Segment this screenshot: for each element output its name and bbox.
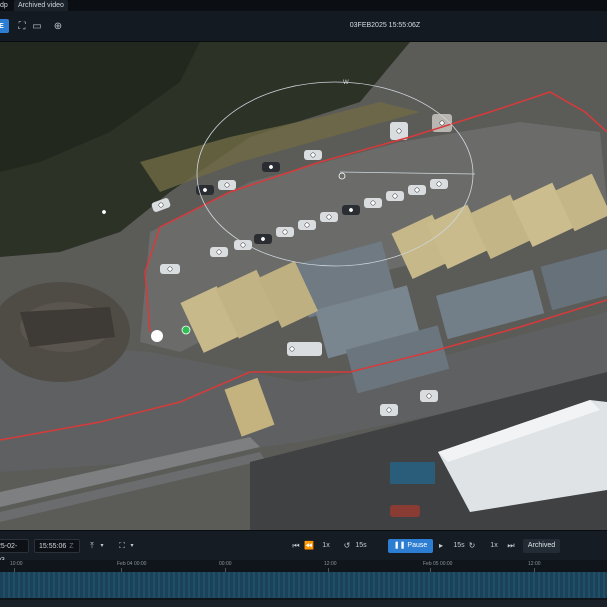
timeline-label: 12:00 (528, 561, 541, 567)
compass-label: W (343, 80, 349, 86)
date-field[interactable]: 25-02-03 (0, 539, 29, 564)
selected-marker (151, 330, 163, 342)
video-timestamp: 03FEB2025 15:55:06Z (349, 22, 421, 29)
monitor-icon[interactable]: ▭ (30, 19, 44, 33)
tab-archived-video[interactable]: Archived video (14, 0, 68, 11)
snapshot-icon[interactable]: ⛶ (116, 540, 128, 552)
time-value: 15:55:06 (39, 543, 67, 550)
timeline-label: 12:00 (324, 561, 337, 567)
export-icon[interactable]: ⤒ (86, 540, 98, 552)
toolbar: E ⛶ ▭ ⊕ 03FEB2025 15:55:06Z (0, 11, 607, 42)
skip-end-icon[interactable]: ⏭ (505, 540, 517, 552)
pause-button[interactable]: ❚❚ Pause (388, 539, 433, 553)
fast-forward-icon[interactable]: ↻ (467, 540, 477, 552)
step-back-icon[interactable]: ⏪ (303, 540, 315, 552)
timeline-label: 00:00 (219, 561, 232, 567)
forward-15s-button[interactable]: 15s (451, 540, 467, 552)
time-zone: Z (69, 543, 74, 550)
back-15s-button[interactable]: 15s (353, 540, 369, 552)
timeline-track[interactable] (0, 572, 607, 598)
archived-button[interactable]: Archived (523, 539, 560, 553)
live-mode-button[interactable]: E (0, 19, 9, 33)
timeline-label: 10:00 (10, 561, 23, 567)
pause-icon: ❚❚ (393, 542, 408, 549)
playback-bar: 25-02-03 15:55:06Z ⤒ ▾ ⛶ ▾ ⏮ ⏪ 1x ↺ 15s … (0, 530, 607, 564)
timeline-scrollbar[interactable] (0, 600, 607, 607)
timeline[interactable]: 10:00 Feb 04 00:00 00:00 12:00 Feb 05 00… (0, 560, 607, 607)
rewind-icon[interactable]: ↺ (342, 540, 352, 552)
timeline-label: Feb 05 00:00 (423, 561, 453, 567)
chevron-down-icon-2[interactable]: ▾ (128, 540, 136, 552)
crosshair-icon[interactable]: ⊕ (51, 19, 65, 33)
skip-start-icon[interactable]: ⏮ (290, 540, 302, 552)
time-field[interactable]: 15:55:06 Z (34, 539, 80, 553)
pause-label: Pause (407, 542, 428, 549)
timeline-label: Feb 04 00:00 (117, 561, 147, 567)
fullscreen-icon[interactable]: ⛶ (15, 19, 29, 33)
aerial-scene: W (0, 42, 607, 530)
video-view[interactable]: W (0, 42, 607, 530)
chevron-down-icon[interactable]: ▾ (98, 540, 106, 552)
speed-back-button[interactable]: 1x (319, 540, 333, 552)
tab-dp[interactable]: dp (0, 0, 12, 11)
green-marker (181, 325, 191, 335)
tab-bar: dp Archived video (0, 0, 607, 11)
step-forward-icon[interactable]: ▸ (436, 540, 446, 552)
speed-forward-button[interactable]: 1x (487, 540, 501, 552)
